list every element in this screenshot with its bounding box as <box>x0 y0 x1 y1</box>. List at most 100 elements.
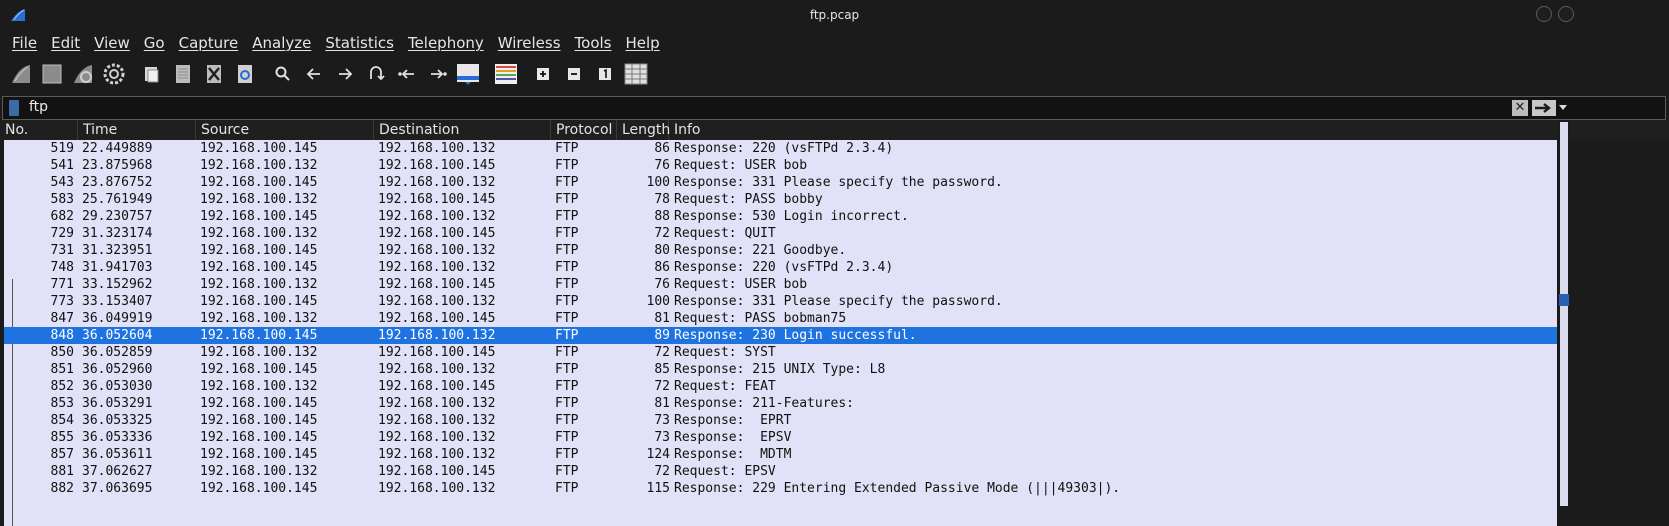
packet-row[interactable]: 541 23.875968 192.168.100.132 192.168.100.1… <box>4 157 1557 174</box>
auto-scroll-icon[interactable] <box>455 61 481 87</box>
menu-tools[interactable]: Tools <box>575 34 612 52</box>
clear-filter-button[interactable]: ✕ <box>1512 100 1528 116</box>
find-packet-icon[interactable] <box>270 61 296 87</box>
resize-columns-icon[interactable] <box>623 61 649 87</box>
packet-cell-len: 85 <box>654 362 670 377</box>
menu-telephony[interactable]: Telephony <box>408 34 484 52</box>
packet-row[interactable]: 855 36.053336 192.168.100.145 192.168.100.1… <box>4 429 1557 446</box>
menu-analyze[interactable]: Analyze <box>252 34 311 52</box>
packet-row[interactable]: 771 33.152962 192.168.100.132 192.168.100.1… <box>4 276 1557 293</box>
packet-cell-info: Response: 331 Please specify the passwor… <box>674 294 1003 309</box>
normal-size-icon[interactable] <box>592 61 618 87</box>
menu-wireless[interactable]: Wireless <box>498 34 561 52</box>
column-header-source[interactable]: Source <box>196 120 374 140</box>
packet-cell-proto: FTP <box>555 396 579 411</box>
packet-cell-no: 731 <box>50 243 74 258</box>
packet-row[interactable]: 854 36.053325 192.168.100.145 192.168.100.1… <box>4 412 1557 429</box>
packet-cell-proto: FTP <box>555 430 579 445</box>
packet-row[interactable]: 882 37.063695 192.168.100.145 192.168.100.1… <box>4 480 1557 497</box>
packet-row[interactable]: 857 36.053611 192.168.100.145 192.168.100.1… <box>4 446 1557 463</box>
packet-cell-time: 33.152962 <box>82 277 153 292</box>
go-to-packet-icon[interactable] <box>363 61 389 87</box>
packet-cell-proto: FTP <box>555 175 579 190</box>
packet-row[interactable]: 729 31.323174 192.168.100.132 192.168.100.1… <box>4 225 1557 242</box>
packet-cell-info: Response: 220 (vsFTPd 2.3.4) <box>674 260 894 275</box>
packet-row[interactable]: 682 29.230757 192.168.100.145 192.168.100.1… <box>4 208 1557 225</box>
menu-edit[interactable]: Edit <box>51 34 80 52</box>
menu-go[interactable]: Go <box>144 34 165 52</box>
open-file-icon[interactable] <box>139 61 165 87</box>
colorize-icon[interactable] <box>493 61 519 87</box>
packet-cell-len: 89 <box>654 328 670 343</box>
packet-cell-src: 192.168.100.132 <box>200 277 318 292</box>
packet-cell-src: 192.168.100.132 <box>200 464 318 479</box>
zoom-out-icon[interactable] <box>561 61 587 87</box>
column-header-time[interactable]: Time <box>78 120 196 140</box>
filter-bookmark-icon[interactable] <box>9 100 19 116</box>
packet-cell-time: 23.876752 <box>82 175 153 190</box>
close-file-icon[interactable] <box>201 61 227 87</box>
packet-cell-dst: 192.168.100.132 <box>378 362 496 377</box>
packet-row[interactable]: 850 36.052859 192.168.100.132 192.168.100.1… <box>4 344 1557 361</box>
zoom-in-icon[interactable] <box>530 61 556 87</box>
capture-options-icon[interactable] <box>101 61 127 87</box>
packet-list-scrollbar[interactable] <box>1558 120 1569 526</box>
packet-cell-info: Request: QUIT <box>674 226 776 241</box>
menu-capture[interactable]: Capture <box>179 34 239 52</box>
packet-list-header: No. Time Source Destination Protocol Len… <box>0 120 1669 140</box>
packet-cell-src: 192.168.100.132 <box>200 192 318 207</box>
go-back-icon[interactable] <box>301 61 327 87</box>
column-header-destination[interactable]: Destination <box>374 120 551 140</box>
packet-row[interactable]: 748 31.941703 192.168.100.145 192.168.100.1… <box>4 259 1557 276</box>
stop-capture-icon[interactable] <box>39 61 65 87</box>
start-capture-icon[interactable] <box>8 61 34 87</box>
menu-help[interactable]: Help <box>625 34 659 52</box>
display-filter-input[interactable]: ftp <box>29 99 48 115</box>
packet-cell-no: 851 <box>50 362 74 377</box>
packet-cell-len: 86 <box>654 141 670 156</box>
minimize-button[interactable] <box>1536 6 1552 22</box>
menu-statistics[interactable]: Statistics <box>325 34 394 52</box>
packet-cell-time: 36.053611 <box>82 447 153 462</box>
first-packet-icon[interactable] <box>394 61 420 87</box>
go-forward-icon[interactable] <box>332 61 358 87</box>
restart-capture-icon[interactable] <box>70 61 96 87</box>
packet-row[interactable]: 851 36.052960 192.168.100.145 192.168.100.1… <box>4 361 1557 378</box>
packet-cell-dst: 192.168.100.145 <box>378 464 496 479</box>
apply-filter-button[interactable] <box>1532 100 1556 116</box>
packet-row[interactable]: 773 33.153407 192.168.100.145 192.168.100.1… <box>4 293 1557 310</box>
column-header-protocol[interactable]: Protocol <box>551 120 617 140</box>
packet-row[interactable]: 543 23.876752 192.168.100.145 192.168.100.1… <box>4 174 1557 191</box>
packet-cell-len: 80 <box>654 243 670 258</box>
last-packet-icon[interactable] <box>425 61 451 87</box>
window-title: ftp.pcap <box>809 8 860 22</box>
packet-row[interactable]: 519 22.449889 192.168.100.145 192.168.100.1… <box>4 140 1557 157</box>
save-file-icon[interactable] <box>170 61 196 87</box>
packet-row[interactable]: 881 37.062627 192.168.100.132 192.168.100.1… <box>4 463 1557 480</box>
packet-cell-src: 192.168.100.132 <box>200 379 318 394</box>
menu-bar: File Edit View Go Capture Analyze Statistics Te… <box>0 30 1669 56</box>
packet-cell-info: Response: MDTM <box>674 447 792 462</box>
menu-file[interactable]: File <box>12 34 37 52</box>
packet-row[interactable]: 847 36.049919 192.168.100.132 192.168.100.1… <box>4 310 1557 327</box>
packet-row[interactable]: 853 36.053291 192.168.100.145 192.168.100.1… <box>4 395 1557 412</box>
column-header-length[interactable]: Length <box>617 120 670 140</box>
maximize-button[interactable] <box>1558 6 1574 22</box>
menu-view[interactable]: View <box>94 34 130 52</box>
packet-row[interactable]: 583 25.761949 192.168.100.132 192.168.100.1… <box>4 191 1557 208</box>
packet-cell-len: 78 <box>654 192 670 207</box>
packet-cell-dst: 192.168.100.132 <box>378 328 496 343</box>
packet-row[interactable]: 731 31.323951 192.168.100.145 192.168.100.1… <box>4 242 1557 259</box>
column-header-no[interactable]: No. <box>0 120 78 140</box>
packet-cell-src: 192.168.100.145 <box>200 175 318 190</box>
scrollbar-thumb[interactable] <box>1559 294 1569 306</box>
packet-cell-len: 76 <box>654 158 670 173</box>
column-header-info[interactable]: Info <box>669 120 1558 140</box>
packet-cell-no: 543 <box>50 175 74 190</box>
packet-cell-proto: FTP <box>555 362 579 377</box>
filter-history-dropdown-icon[interactable] <box>1559 105 1567 110</box>
reload-file-icon[interactable] <box>232 61 258 87</box>
packet-row[interactable]: 852 36.053030 192.168.100.132 192.168.100.1… <box>4 378 1557 395</box>
packet-row-selected[interactable]: 848 36.052604 192.168.100.145 192.168.100.1… <box>4 327 1557 344</box>
packet-cell-len: 76 <box>654 277 670 292</box>
